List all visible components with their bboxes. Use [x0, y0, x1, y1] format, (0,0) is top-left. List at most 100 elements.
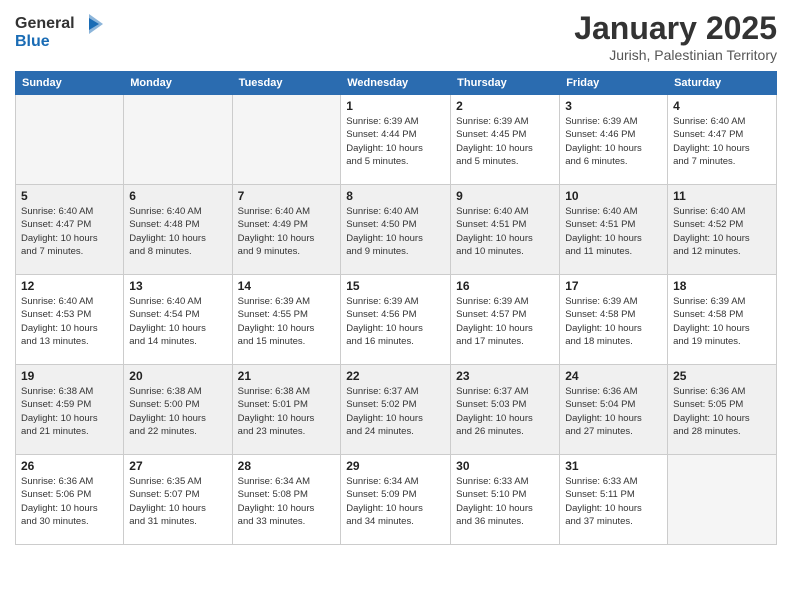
day-info: Sunrise: 6:38 AM Sunset: 4:59 PM Dayligh…	[21, 385, 118, 438]
day-info: Sunrise: 6:39 AM Sunset: 4:45 PM Dayligh…	[456, 115, 554, 168]
table-row: 17 Sunrise: 6:39 AM Sunset: 4:58 PM Dayli…	[560, 275, 668, 365]
day-info: Sunrise: 6:33 AM Sunset: 5:10 PM Dayligh…	[456, 475, 554, 528]
page: General Blue January 2025 Jurish, Palest…	[0, 0, 792, 612]
day-info: Sunrise: 6:34 AM Sunset: 5:09 PM Dayligh…	[346, 475, 445, 528]
table-row: 4 Sunrise: 6:40 AM Sunset: 4:47 PM Daylig…	[668, 95, 777, 185]
table-row: 16 Sunrise: 6:39 AM Sunset: 4:57 PM Dayli…	[451, 275, 560, 365]
day-info: Sunrise: 6:34 AM Sunset: 5:08 PM Dayligh…	[238, 475, 336, 528]
table-row: 9Sunrise: 6:40 AM Sunset: 4:51 PM Daylig…	[451, 185, 560, 275]
day-number: 20	[129, 369, 226, 383]
table-row: 11 Sunrise: 6:40 AM Sunset: 4:52 PM Dayli…	[668, 185, 777, 275]
table-row: 15Sunrise: 6:39 AM Sunset: 4:56 PM Dayli…	[341, 275, 451, 365]
day-info: Sunrise: 6:40 AM Sunset: 4:48 PM Dayligh…	[129, 205, 226, 258]
table-row: 5 Sunrise: 6:40 AM Sunset: 4:47 PM Daylig…	[16, 185, 124, 275]
day-number: 30	[456, 459, 554, 473]
table-row: 27Sunrise: 6:35 AM Sunset: 5:07 PM Dayli…	[124, 455, 232, 545]
table-row: 21 Sunrise: 6:38 AM Sunset: 5:01 PM Dayli…	[232, 365, 341, 455]
title-block: January 2025 Jurish, Palestinian Territo…	[574, 10, 777, 63]
day-info: Sunrise: 6:40 AM Sunset: 4:54 PM Dayligh…	[129, 295, 226, 348]
day-info: Sunrise: 6:40 AM Sunset: 4:47 PM Dayligh…	[21, 205, 118, 258]
table-row: 12Sunrise: 6:40 AM Sunset: 4:53 PM Dayli…	[16, 275, 124, 365]
day-info: Sunrise: 6:39 AM Sunset: 4:46 PM Dayligh…	[565, 115, 662, 168]
calendar-row: 1Sunrise: 6:39 AM Sunset: 4:44 PM Daylig…	[16, 95, 777, 185]
header-wednesday: Wednesday	[341, 72, 451, 95]
day-number: 25	[673, 369, 771, 383]
day-info: Sunrise: 6:35 AM Sunset: 5:07 PM Dayligh…	[129, 475, 226, 528]
day-info: Sunrise: 6:36 AM Sunset: 5:05 PM Dayligh…	[673, 385, 771, 438]
day-number: 26	[21, 459, 118, 473]
day-number: 21	[238, 369, 336, 383]
day-info: Sunrise: 6:39 AM Sunset: 4:56 PM Dayligh…	[346, 295, 445, 348]
day-number: 16	[456, 279, 554, 293]
day-number: 12	[21, 279, 118, 293]
day-number: 19	[21, 369, 118, 383]
calendar-row: 12Sunrise: 6:40 AM Sunset: 4:53 PM Dayli…	[16, 275, 777, 365]
day-number: 11	[673, 189, 771, 203]
day-number: 31	[565, 459, 662, 473]
day-info: Sunrise: 6:36 AM Sunset: 5:04 PM Dayligh…	[565, 385, 662, 438]
table-row: 30 Sunrise: 6:33 AM Sunset: 5:10 PM Dayli…	[451, 455, 560, 545]
weekday-header-row: Sunday Monday Tuesday Wednesday Thursday…	[16, 72, 777, 95]
day-info: Sunrise: 6:39 AM Sunset: 4:57 PM Dayligh…	[456, 295, 554, 348]
calendar-table: Sunday Monday Tuesday Wednesday Thursday…	[15, 71, 777, 545]
day-number: 10	[565, 189, 662, 203]
table-row: 24Sunrise: 6:36 AM Sunset: 5:04 PM Dayli…	[560, 365, 668, 455]
day-info: Sunrise: 6:39 AM Sunset: 4:44 PM Dayligh…	[346, 115, 445, 168]
logo: General Blue	[15, 10, 105, 57]
day-info: Sunrise: 6:37 AM Sunset: 5:02 PM Dayligh…	[346, 385, 445, 438]
table-row: 19 Sunrise: 6:38 AM Sunset: 4:59 PM Dayli…	[16, 365, 124, 455]
table-row: 14Sunrise: 6:39 AM Sunset: 4:55 PM Dayli…	[232, 275, 341, 365]
header-monday: Monday	[124, 72, 232, 95]
day-info: Sunrise: 6:37 AM Sunset: 5:03 PM Dayligh…	[456, 385, 554, 438]
table-row: 6 Sunrise: 6:40 AM Sunset: 4:48 PM Daylig…	[124, 185, 232, 275]
day-info: Sunrise: 6:33 AM Sunset: 5:11 PM Dayligh…	[565, 475, 662, 528]
table-row: 1Sunrise: 6:39 AM Sunset: 4:44 PM Daylig…	[341, 95, 451, 185]
day-info: Sunrise: 6:40 AM Sunset: 4:47 PM Dayligh…	[673, 115, 771, 168]
location: Jurish, Palestinian Territory	[574, 47, 777, 63]
day-number: 3	[565, 99, 662, 113]
day-info: Sunrise: 6:36 AM Sunset: 5:06 PM Dayligh…	[21, 475, 118, 528]
table-row: 23 Sunrise: 6:37 AM Sunset: 5:03 PM Dayli…	[451, 365, 560, 455]
day-number: 4	[673, 99, 771, 113]
header-sunday: Sunday	[16, 72, 124, 95]
day-info: Sunrise: 6:39 AM Sunset: 4:58 PM Dayligh…	[673, 295, 771, 348]
day-info: Sunrise: 6:40 AM Sunset: 4:52 PM Dayligh…	[673, 205, 771, 258]
day-info: Sunrise: 6:38 AM Sunset: 5:01 PM Dayligh…	[238, 385, 336, 438]
day-info: Sunrise: 6:40 AM Sunset: 4:49 PM Dayligh…	[238, 205, 336, 258]
day-number: 23	[456, 369, 554, 383]
table-row	[16, 95, 124, 185]
calendar-row: 19 Sunrise: 6:38 AM Sunset: 4:59 PM Dayli…	[16, 365, 777, 455]
table-row	[668, 455, 777, 545]
calendar-row: 26 Sunrise: 6:36 AM Sunset: 5:06 PM Dayli…	[16, 455, 777, 545]
day-number: 17	[565, 279, 662, 293]
day-number: 22	[346, 369, 445, 383]
table-row: 18Sunrise: 6:39 AM Sunset: 4:58 PM Dayli…	[668, 275, 777, 365]
day-number: 7	[238, 189, 336, 203]
day-info: Sunrise: 6:38 AM Sunset: 5:00 PM Dayligh…	[129, 385, 226, 438]
header-thursday: Thursday	[451, 72, 560, 95]
table-row: 26 Sunrise: 6:36 AM Sunset: 5:06 PM Dayli…	[16, 455, 124, 545]
month-title: January 2025	[574, 10, 777, 47]
day-number: 14	[238, 279, 336, 293]
table-row: 7 Sunrise: 6:40 AM Sunset: 4:49 PM Daylig…	[232, 185, 341, 275]
logo-text: General Blue	[15, 10, 105, 57]
day-info: Sunrise: 6:40 AM Sunset: 4:51 PM Dayligh…	[565, 205, 662, 258]
day-number: 5	[21, 189, 118, 203]
svg-text:Blue: Blue	[15, 33, 50, 50]
header-friday: Friday	[560, 72, 668, 95]
day-number: 29	[346, 459, 445, 473]
table-row: 8Sunrise: 6:40 AM Sunset: 4:50 PM Daylig…	[341, 185, 451, 275]
table-row: 22 Sunrise: 6:37 AM Sunset: 5:02 PM Dayli…	[341, 365, 451, 455]
table-row	[232, 95, 341, 185]
table-row: 2 Sunrise: 6:39 AM Sunset: 4:45 PM Daylig…	[451, 95, 560, 185]
day-number: 9	[456, 189, 554, 203]
day-number: 13	[129, 279, 226, 293]
table-row: 20 Sunrise: 6:38 AM Sunset: 5:00 PM Dayli…	[124, 365, 232, 455]
table-row: 13 Sunrise: 6:40 AM Sunset: 4:54 PM Dayli…	[124, 275, 232, 365]
table-row: 3 Sunrise: 6:39 AM Sunset: 4:46 PM Daylig…	[560, 95, 668, 185]
calendar-row: 5 Sunrise: 6:40 AM Sunset: 4:47 PM Daylig…	[16, 185, 777, 275]
day-number: 28	[238, 459, 336, 473]
day-info: Sunrise: 6:39 AM Sunset: 4:58 PM Dayligh…	[565, 295, 662, 348]
day-number: 2	[456, 99, 554, 113]
day-number: 6	[129, 189, 226, 203]
